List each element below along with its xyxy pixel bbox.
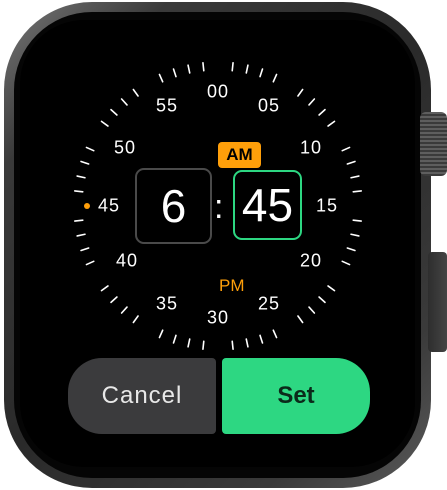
minute-tick bbox=[110, 108, 118, 116]
minute-label-10: 10 bbox=[299, 137, 323, 158]
minute-label-00: 00 bbox=[206, 81, 230, 102]
minute-tick bbox=[172, 68, 177, 78]
minute-tick bbox=[272, 73, 278, 83]
minute-tick bbox=[352, 219, 363, 222]
minute-tick bbox=[245, 64, 249, 74]
minute-tick bbox=[100, 120, 109, 127]
pm-toggle[interactable]: PM bbox=[219, 276, 245, 296]
minute-tick bbox=[187, 64, 191, 74]
set-button[interactable]: Set bbox=[222, 358, 370, 434]
minute-tick bbox=[100, 285, 109, 292]
minute-tick bbox=[231, 340, 234, 351]
minute-tick bbox=[308, 306, 316, 314]
minute-tick bbox=[272, 329, 278, 339]
minute-tick bbox=[202, 61, 205, 72]
minute-tick bbox=[73, 190, 84, 193]
hour-field[interactable]: 6 bbox=[135, 168, 212, 244]
minute-tick bbox=[158, 329, 164, 339]
minute-tick bbox=[308, 98, 316, 106]
minute-label-30: 30 bbox=[206, 307, 230, 328]
minute-tick bbox=[187, 338, 191, 348]
minute-tick bbox=[85, 146, 95, 152]
minute-label-20: 20 bbox=[299, 250, 323, 271]
minute-label-40: 40 bbox=[115, 250, 139, 271]
minute-tick bbox=[231, 61, 234, 72]
minute-tick bbox=[341, 260, 351, 266]
minute-tick bbox=[245, 338, 249, 348]
minute-tick bbox=[158, 73, 164, 83]
minute-tick bbox=[346, 160, 356, 165]
minute-tick bbox=[80, 247, 90, 252]
minute-tick bbox=[259, 68, 264, 78]
cancel-button[interactable]: Cancel bbox=[68, 358, 216, 434]
minute-tick bbox=[350, 233, 360, 237]
minute-tick bbox=[259, 334, 264, 344]
minute-tick bbox=[297, 315, 304, 324]
minute-label-15: 15 bbox=[315, 195, 339, 216]
minute-label-25: 25 bbox=[257, 293, 281, 314]
minute-label-45: 45 bbox=[97, 195, 121, 216]
minute-tick bbox=[341, 146, 351, 152]
minute-label-05: 05 bbox=[257, 95, 281, 116]
minute-tick bbox=[318, 108, 326, 116]
minute-tick bbox=[73, 219, 84, 222]
watch-screen: 00 05 10 15 20 25 30 35 40 45 50 55 AM 6… bbox=[20, 20, 415, 467]
minute-label-50: 50 bbox=[113, 137, 137, 158]
minute-tick bbox=[297, 88, 304, 97]
minute-field[interactable]: 45 bbox=[233, 170, 302, 240]
minute-tick bbox=[327, 285, 336, 292]
minute-tick bbox=[318, 296, 326, 304]
selected-minute-indicator bbox=[84, 203, 90, 209]
minute-tick bbox=[110, 296, 118, 304]
minute-tick bbox=[350, 175, 360, 179]
minute-tick bbox=[76, 233, 86, 237]
watch-case: 00 05 10 15 20 25 30 35 40 45 50 55 AM 6… bbox=[4, 2, 431, 488]
am-toggle[interactable]: AM bbox=[218, 142, 261, 168]
minute-tick bbox=[132, 88, 139, 97]
digital-crown[interactable] bbox=[420, 112, 447, 176]
minute-tick bbox=[132, 315, 139, 324]
minute-tick bbox=[346, 247, 356, 252]
minute-tick bbox=[172, 334, 177, 344]
side-button[interactable] bbox=[428, 252, 447, 352]
minute-tick bbox=[80, 160, 90, 165]
time-separator: : bbox=[214, 188, 224, 226]
minute-tick bbox=[76, 175, 86, 179]
minute-tick bbox=[85, 260, 95, 266]
minute-tick bbox=[327, 120, 336, 127]
minute-label-55: 55 bbox=[155, 95, 179, 116]
minute-tick bbox=[202, 340, 205, 351]
minute-tick bbox=[120, 306, 128, 314]
minute-tick bbox=[352, 190, 363, 193]
minute-label-35: 35 bbox=[155, 293, 179, 314]
minute-tick bbox=[120, 98, 128, 106]
